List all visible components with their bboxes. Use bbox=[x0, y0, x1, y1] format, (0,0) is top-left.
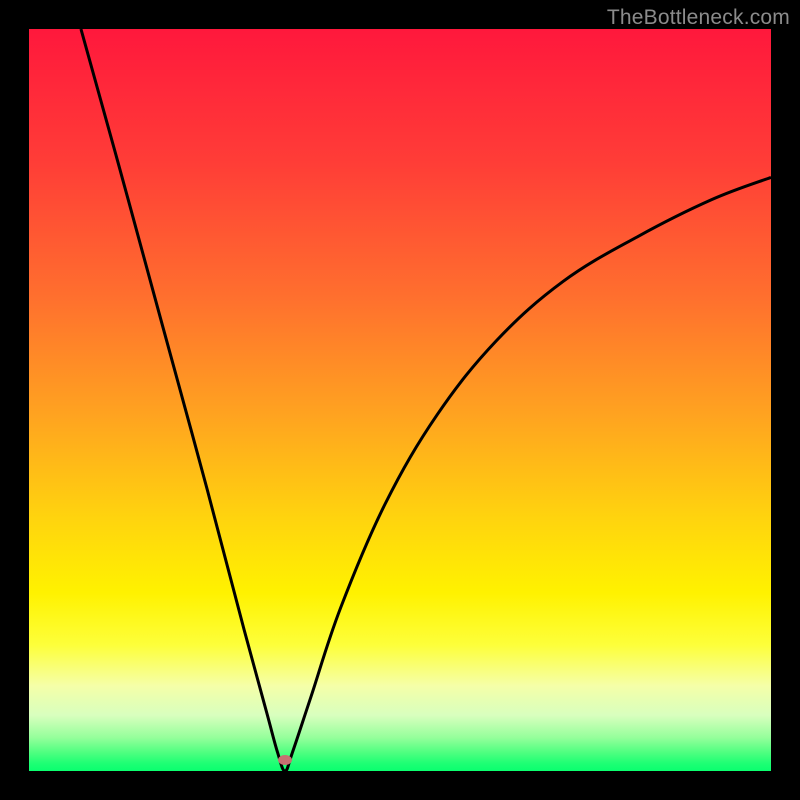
watermark-text: TheBottleneck.com bbox=[607, 6, 790, 30]
plot-area bbox=[29, 29, 771, 771]
minimum-marker bbox=[278, 755, 292, 765]
outer-frame: TheBottleneck.com bbox=[0, 0, 800, 800]
bottleneck-curve bbox=[29, 29, 771, 771]
